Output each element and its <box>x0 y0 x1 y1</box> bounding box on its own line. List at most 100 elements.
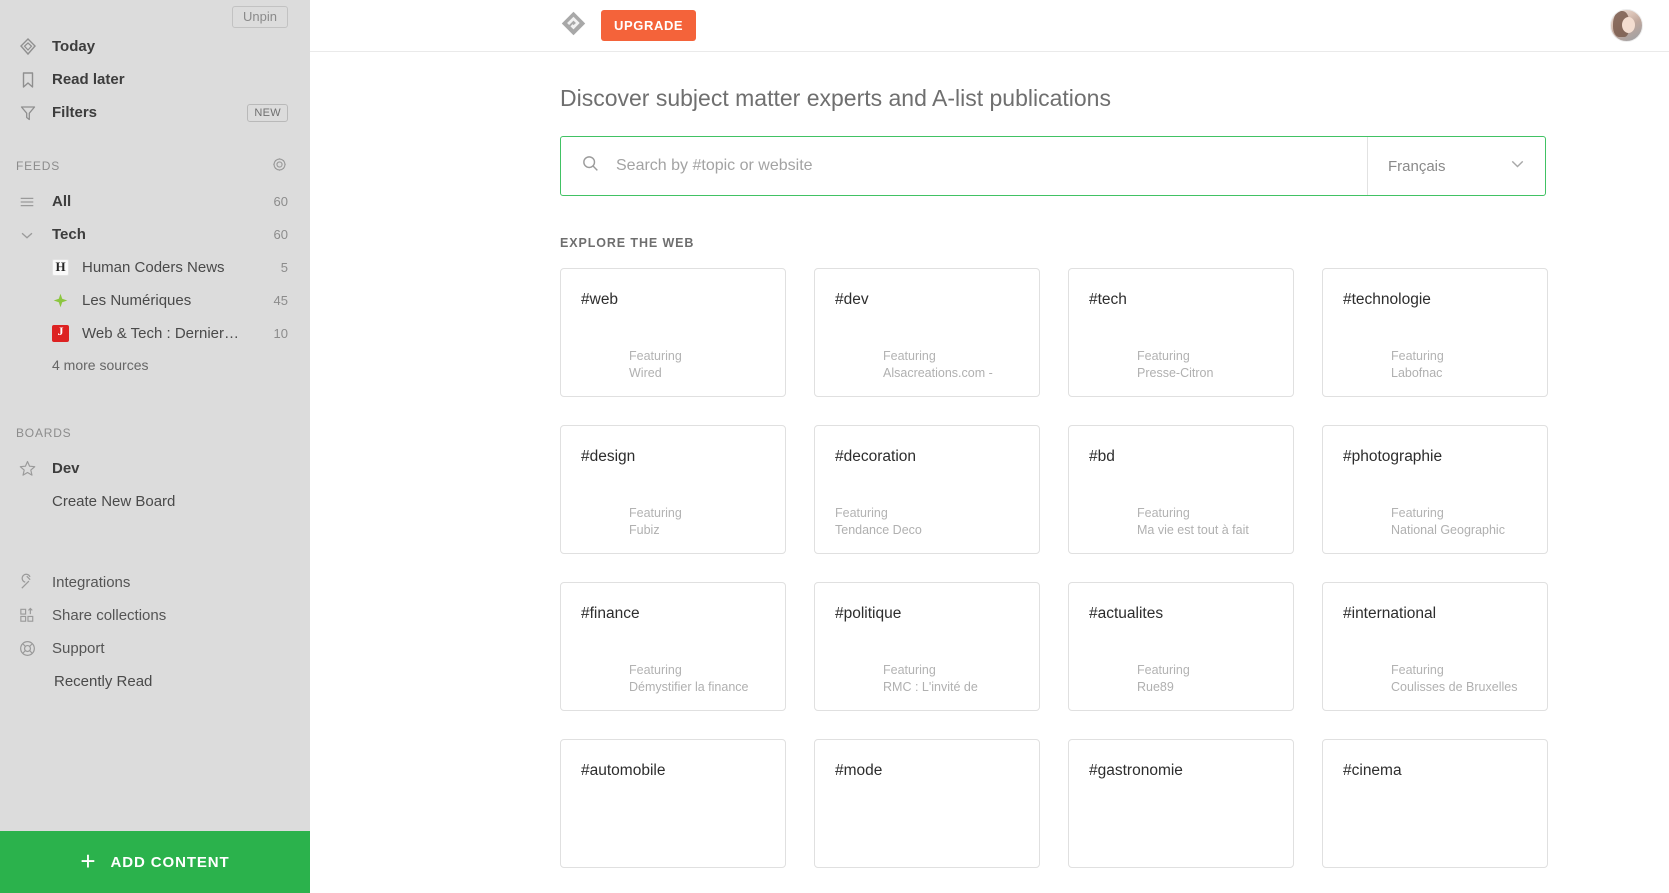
topic-featuring: Featuring Wired <box>629 348 682 382</box>
boards-section-title: BOARDS <box>16 426 72 440</box>
topic-card[interactable]: #web Featuring Wired <box>560 268 786 397</box>
topic-featuring: Featuring Tendance Deco <box>835 505 922 539</box>
topbar: UPGRADE <box>310 0 1669 52</box>
topic-featuring: Featuring RMC : L'invité de <box>883 662 978 696</box>
featuring-label: Featuring <box>629 506 682 520</box>
featuring-label: Featuring <box>1137 506 1190 520</box>
sidebar-item-integrations[interactable]: Integrations <box>0 566 310 599</box>
topic-card[interactable]: #tech Featuring Presse-Citron <box>1068 268 1294 397</box>
featuring-publication: Ma vie est tout à fait <box>1137 523 1249 537</box>
sidebar-feed-tech[interactable]: Tech 60 <box>0 218 310 251</box>
topic-tag: #international <box>1343 605 1437 622</box>
featuring-label: Featuring <box>1391 506 1444 520</box>
sidebar-item-support[interactable]: Support <box>0 632 310 665</box>
sidebar-source-human-coders[interactable]: Human Coders News 5 <box>0 251 310 284</box>
topic-featuring: Featuring Coulisses de Bruxelles <box>1391 662 1517 696</box>
topic-featuring: Featuring Rue89 <box>1137 662 1190 696</box>
chevron-down-icon <box>1508 154 1527 178</box>
source-label: Les Numériques <box>82 292 192 309</box>
sidebar-item-label: Integrations <box>52 574 131 591</box>
topic-tag: #gastronomie <box>1089 762 1183 779</box>
topic-card[interactable]: #actualites Featuring Rue89 <box>1068 582 1294 711</box>
topic-tag: #dev <box>835 291 869 308</box>
topic-tag: #tech <box>1089 291 1127 308</box>
topic-card[interactable]: #mode <box>814 739 1040 868</box>
sidebar-source-web-tech[interactable]: Web & Tech : Dernier… 10 <box>0 317 310 350</box>
language-selector[interactable]: Français <box>1367 137 1545 195</box>
topic-card[interactable]: #politique Featuring RMC : L'invité de <box>814 582 1040 711</box>
featuring-publication: Démystifier la finance <box>629 680 749 694</box>
sidebar-board-dev[interactable]: Dev <box>0 452 310 485</box>
featuring-publication: Labofnac <box>1391 366 1443 380</box>
search-field[interactable] <box>561 137 1367 195</box>
featuring-publication: Tendance Deco <box>835 523 922 537</box>
topic-featuring: Featuring Presse-Citron <box>1137 348 1213 382</box>
les-numeriques-favicon <box>52 292 82 309</box>
chevron-down-icon[interactable] <box>18 226 52 244</box>
sidebar-scroll-area: Unpin Today Read later Filters NEW FEEDS… <box>0 0 310 831</box>
topic-tag: #photographie <box>1343 448 1443 465</box>
topic-tag: #decoration <box>835 448 917 465</box>
topic-card[interactable]: #design Featuring Fubiz <box>560 425 786 554</box>
boards-section-header: BOARDS <box>0 424 310 442</box>
sidebar-source-les-numeriques[interactable]: Les Numériques 45 <box>0 284 310 317</box>
recently-read-link[interactable]: Recently Read <box>0 665 310 698</box>
featuring-label: Featuring <box>1391 349 1444 363</box>
search-input[interactable] <box>616 157 1367 175</box>
featuring-label: Featuring <box>1391 663 1444 677</box>
more-sources-link[interactable]: 4 more sources <box>0 350 310 380</box>
topic-card[interactable]: #technologie Featuring Labofnac <box>1322 268 1548 397</box>
featuring-label: Featuring <box>1137 663 1190 677</box>
create-new-board-button[interactable]: Create New Board <box>0 485 310 518</box>
topic-tag: #design <box>581 448 636 465</box>
sidebar-item-label: Share collections <box>52 607 167 624</box>
topic-card-grid: #web Featuring Wired #dev Featuring Alsa… <box>560 268 1629 868</box>
topic-tag: #politique <box>835 605 902 622</box>
add-content-button[interactable]: + ADD CONTENT <box>0 831 310 893</box>
avatar[interactable] <box>1610 9 1643 42</box>
featuring-publication: Alsacreations.com - <box>883 366 993 380</box>
featuring-publication: Fubiz <box>629 523 660 537</box>
sidebar-item-today[interactable]: Today <box>0 30 310 63</box>
sidebar-item-label: Today <box>52 38 96 55</box>
topic-card[interactable]: #decoration Featuring Tendance Deco <box>814 425 1040 554</box>
featuring-publication: RMC : L'invité de <box>883 680 978 694</box>
topic-card[interactable]: #cinema <box>1322 739 1548 868</box>
topic-card[interactable]: #automobile <box>560 739 786 868</box>
topic-card[interactable]: #gastronomie <box>1068 739 1294 868</box>
topic-tag: #finance <box>581 605 640 622</box>
plug-icon <box>18 573 52 592</box>
sidebar-item-share-collections[interactable]: Share collections <box>0 599 310 632</box>
app-root: Unpin Today Read later Filters NEW FEEDS… <box>0 0 1669 893</box>
filter-icon <box>18 103 52 123</box>
topic-card[interactable]: #bd Featuring Ma vie est tout à fait <box>1068 425 1294 554</box>
feed-label: Tech <box>52 226 86 243</box>
list-icon <box>18 193 52 211</box>
topic-card[interactable]: #international Featuring Coulisses de Br… <box>1322 582 1548 711</box>
content-inner: Discover subject matter experts and A-li… <box>310 52 1669 893</box>
source-count: 5 <box>280 260 288 275</box>
avatar-face <box>1622 17 1635 33</box>
unpin-button[interactable]: Unpin <box>232 6 288 28</box>
source-label: Web & Tech : Dernier… <box>82 325 240 342</box>
sidebar-feed-all[interactable]: All 60 <box>0 185 310 218</box>
upgrade-button[interactable]: UPGRADE <box>601 10 697 41</box>
topic-featuring: Featuring Fubiz <box>629 505 682 539</box>
sidebar-item-label: Filters <box>52 104 98 121</box>
search-bar: Français <box>560 136 1546 196</box>
feedly-today-icon <box>18 37 52 57</box>
feeds-section-title: FEEDS <box>16 159 61 173</box>
topic-card[interactable]: #photographie Featuring National Geograp… <box>1322 425 1548 554</box>
feed-count: 60 <box>273 194 288 209</box>
topic-card[interactable]: #finance Featuring Démystifier la financ… <box>560 582 786 711</box>
sidebar-item-filters[interactable]: Filters NEW <box>0 96 310 129</box>
sidebar-item-read-later[interactable]: Read later <box>0 63 310 96</box>
web-tech-favicon <box>52 324 82 342</box>
content-scroll[interactable]: Discover subject matter experts and A-li… <box>310 52 1669 893</box>
featuring-label: Featuring <box>835 506 888 520</box>
topic-featuring: Featuring National Geographic <box>1391 505 1505 539</box>
topic-card[interactable]: #dev Featuring Alsacreations.com - <box>814 268 1040 397</box>
gear-icon[interactable] <box>271 156 288 176</box>
feedly-logo-icon[interactable] <box>560 10 587 42</box>
featuring-label: Featuring <box>629 349 682 363</box>
